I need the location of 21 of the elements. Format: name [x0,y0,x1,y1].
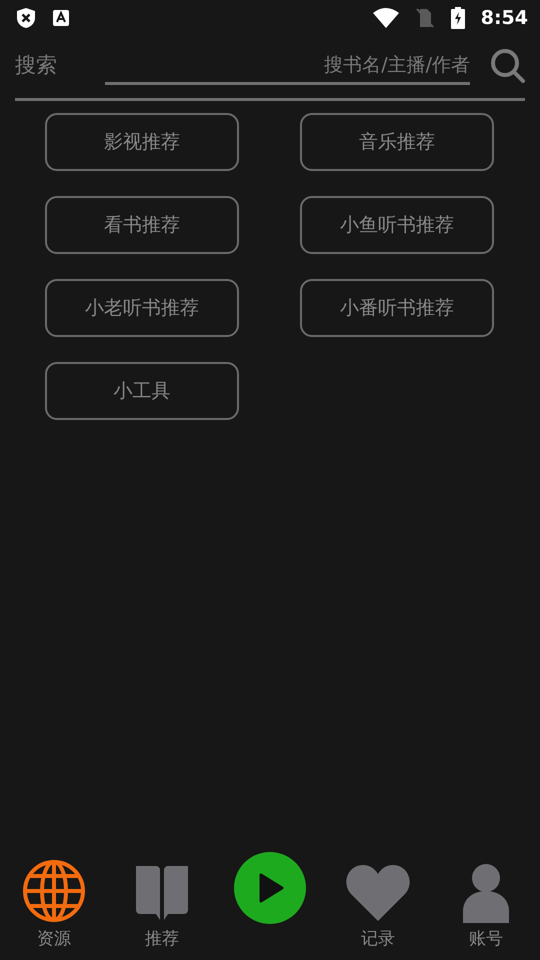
category-button[interactable]: 影视推荐 [45,113,239,171]
no-sim-icon [414,8,435,28]
play-button-icon[interactable] [234,852,306,924]
shield-icon [16,7,36,29]
nav-tab[interactable]: 账号 [432,862,540,952]
category-button[interactable]: 小工具 [45,362,239,420]
nav-tab[interactable]: 推荐 [108,862,216,952]
category-button[interactable]: 小老听书推荐 [45,279,239,337]
search-label: 搜索 [15,52,58,80]
category-button[interactable]: 小鱼听书推荐 [300,196,494,254]
nav-tab[interactable]: 资源 [0,858,108,952]
keyboard-icon [52,9,70,27]
search-icon[interactable] [490,48,526,84]
category-button[interactable]: 小番听书推荐 [300,279,494,337]
wifi-icon [372,8,399,28]
category-button[interactable]: 音乐推荐 [300,113,494,171]
category-button[interactable]: 看书推荐 [45,196,239,254]
battery-icon [450,7,465,29]
clock: 8:54 [480,6,528,31]
nav-tab[interactable]: 记录 [324,862,432,952]
search-field[interactable]: 搜书名/主播/作者 [105,51,470,85]
